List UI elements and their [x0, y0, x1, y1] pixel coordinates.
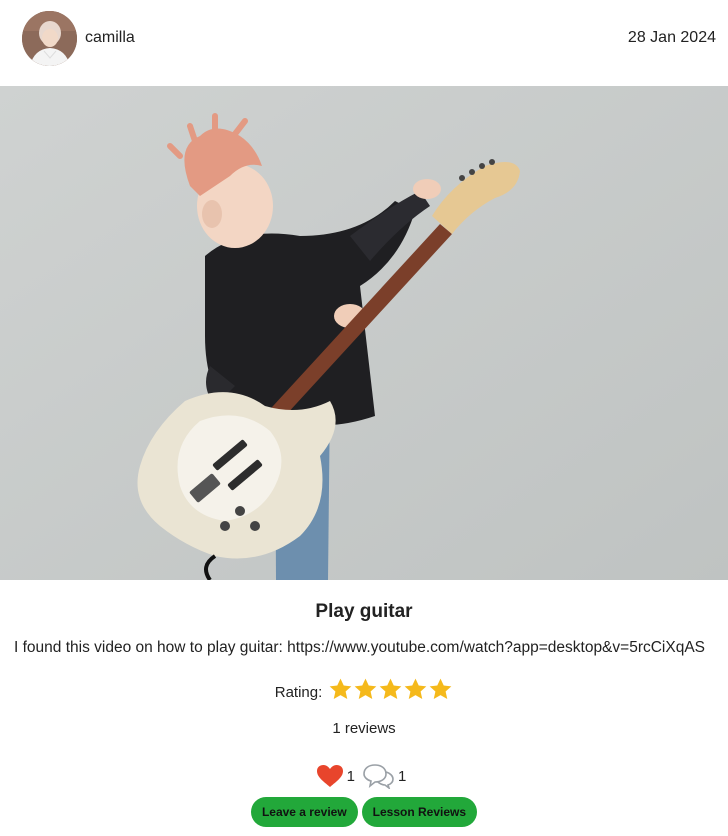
leave-review-button[interactable]: Leave a review	[250, 797, 358, 827]
post-title: Play guitar	[315, 601, 413, 622]
post-header: camilla 28 Jan 2024	[0, 0, 728, 86]
heart-icon[interactable]	[316, 764, 344, 788]
post-description[interactable]: I found this video on how to play guitar…	[14, 639, 728, 657]
post-card: camilla 28 Jan 2024 Play guitar I found …	[0, 0, 728, 836]
avatar-photo	[22, 11, 77, 66]
username[interactable]: camilla	[85, 29, 135, 47]
post-date: 28 Jan 2024	[627, 29, 716, 46]
chat-bubbles-icon[interactable]	[361, 763, 395, 789]
star-icon	[404, 678, 427, 699]
rating-row: Rating:	[0, 677, 728, 707]
likes-count: 1	[346, 767, 355, 785]
post-image	[0, 86, 728, 580]
star-icon	[429, 678, 452, 699]
lesson-reviews-button[interactable]: Lesson Reviews	[361, 797, 478, 827]
reviews-count: 1 reviews	[332, 720, 396, 737]
comments-count: 1	[398, 767, 407, 785]
rating-stars	[328, 677, 453, 707]
star-icon	[329, 678, 352, 699]
star-icon	[379, 678, 402, 699]
post-actions: Leave a review Lesson Reviews	[0, 797, 728, 827]
star-icon	[354, 678, 377, 699]
rating-label: Rating:	[274, 683, 323, 701]
guitar-child-photo	[0, 86, 728, 580]
avatar[interactable]	[22, 11, 77, 66]
post-stats: 1 1	[0, 763, 728, 789]
